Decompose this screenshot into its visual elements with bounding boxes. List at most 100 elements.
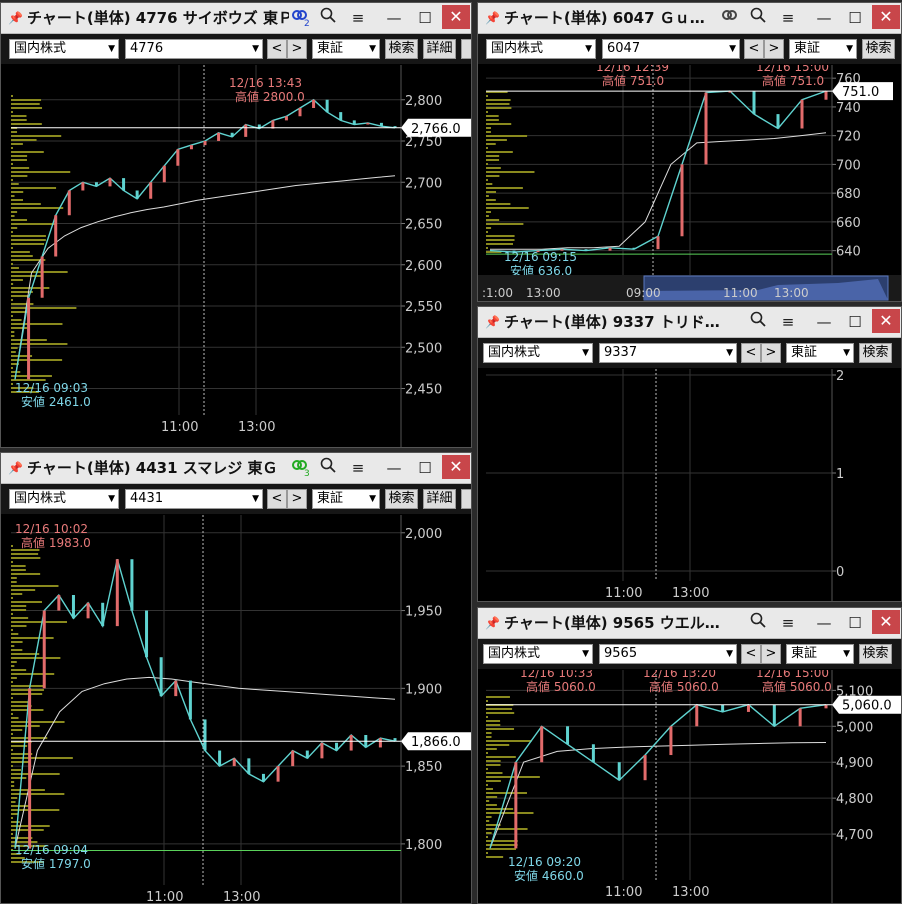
search-button[interactable]: 検索 bbox=[859, 343, 892, 363]
exchange-select[interactable]: 東証 ▼ bbox=[312, 489, 380, 509]
high-price-annotation: 高値 5060.0 bbox=[526, 679, 596, 694]
search-button[interactable]: 検索 bbox=[385, 39, 418, 59]
maximize-icon[interactable]: ☐ bbox=[843, 310, 867, 334]
volume-profile-bar bbox=[11, 785, 15, 787]
detail-button[interactable]: 詳細 bbox=[423, 489, 456, 509]
code-input[interactable]: 4776 ▼ bbox=[125, 39, 263, 59]
chart-canvas[interactable]: 2 1 0 11:00 13:00 bbox=[478, 369, 901, 601]
search-icon[interactable] bbox=[746, 611, 770, 635]
code-input[interactable]: 9337 ▼ bbox=[599, 343, 737, 363]
volume-profile-bar bbox=[11, 757, 73, 759]
next-button[interactable]: > bbox=[761, 343, 781, 363]
exchange-select[interactable]: 東証 ▼ bbox=[312, 39, 380, 59]
next-button[interactable]: > bbox=[764, 39, 784, 59]
pin-icon[interactable]: 📌 bbox=[485, 616, 500, 630]
link-icon[interactable] bbox=[718, 6, 742, 30]
extra-button[interactable] bbox=[461, 489, 471, 509]
link-icon[interactable]: 2 bbox=[288, 6, 312, 30]
next-button[interactable]: > bbox=[287, 489, 307, 509]
title-bar[interactable]: 📌 チャート(単体) 4776 サイボウズ 東Ｐ 2 ≡ — ☐ ✕ bbox=[1, 3, 471, 34]
price-chart[interactable]: 76074072070068066064011:0013:00751.012/1… bbox=[478, 65, 901, 301]
code-input[interactable]: 4431 ▼ bbox=[125, 489, 263, 509]
menu-icon[interactable]: ≡ bbox=[776, 6, 800, 30]
market-select[interactable]: 国内株式 ▼ bbox=[486, 39, 596, 59]
extra-button[interactable] bbox=[461, 39, 471, 59]
next-button[interactable]: > bbox=[287, 39, 307, 59]
close-icon[interactable]: ✕ bbox=[442, 455, 470, 479]
volume-profile-bar bbox=[11, 279, 23, 281]
pin-icon[interactable]: 📌 bbox=[8, 11, 23, 25]
minimize-icon[interactable]: — bbox=[812, 310, 836, 334]
chart-canvas[interactable]: 2,000 1,950 1,900 1,850 1,800 11:00 13:00 1,866… bbox=[1, 515, 471, 903]
close-icon[interactable]: ✕ bbox=[872, 5, 900, 29]
high-price-annotation: 12/16 15:00 bbox=[756, 65, 829, 74]
volume-profile-bar bbox=[11, 103, 40, 105]
title-bar[interactable]: 📌 チャート(単体) 9337 トリド… ≡ — ☐ ✕ bbox=[478, 307, 901, 338]
link-icon[interactable]: 3 bbox=[288, 456, 312, 480]
maximize-icon[interactable]: ☐ bbox=[413, 6, 437, 30]
volume-profile-bar bbox=[486, 764, 501, 766]
volume-profile-bar bbox=[11, 211, 18, 213]
volume-profile-bar bbox=[486, 235, 515, 237]
chart-canvas[interactable]: 5,1005,0004,9004,8004,70011:00 13:005,060… bbox=[478, 670, 901, 903]
price-chart[interactable]: 2,000 1,950 1,900 1,850 1,800 11:00 13:00 1,866… bbox=[1, 515, 471, 903]
volume-profile-bar bbox=[11, 661, 17, 663]
menu-icon[interactable]: ≡ bbox=[776, 611, 800, 635]
search-icon[interactable] bbox=[316, 456, 340, 480]
prev-button[interactable]: < bbox=[741, 644, 761, 664]
search-icon[interactable] bbox=[316, 6, 340, 30]
prev-button[interactable]: < bbox=[267, 39, 287, 59]
exchange-select[interactable]: 東証 ▼ bbox=[789, 39, 857, 59]
search-icon[interactable] bbox=[746, 310, 770, 334]
market-select[interactable]: 国内株式 ▼ bbox=[483, 343, 593, 363]
pin-icon[interactable]: 📌 bbox=[485, 11, 500, 25]
search-button[interactable]: 検索 bbox=[859, 644, 892, 664]
minimize-icon[interactable]: — bbox=[382, 456, 406, 480]
minimize-icon[interactable]: — bbox=[812, 611, 836, 635]
title-bar[interactable]: 📌 チャート(単体) 4431 スマレジ 東Ｇ 3 ≡ — ☐ ✕ bbox=[1, 453, 471, 484]
minimize-icon[interactable]: — bbox=[812, 6, 836, 30]
pin-icon[interactable]: 📌 bbox=[485, 315, 500, 329]
search-icon[interactable] bbox=[746, 6, 770, 30]
price-chart[interactable]: 2 1 0 11:00 13:00 bbox=[478, 369, 901, 601]
prev-button[interactable]: < bbox=[741, 343, 761, 363]
volume-profile-bar bbox=[486, 856, 504, 858]
maximize-icon[interactable]: ☐ bbox=[843, 6, 867, 30]
chart-canvas[interactable]: 76074072070068066064011:0013:00751.012/1… bbox=[478, 65, 901, 301]
volume-profile-bar bbox=[11, 199, 23, 201]
close-icon[interactable]: ✕ bbox=[872, 610, 900, 634]
pin-icon[interactable]: 📌 bbox=[8, 461, 23, 475]
price-chart[interactable]: 5,100 5,000 4,900 4,800 4,700 11:00 13:00 5,060… bbox=[478, 670, 901, 903]
next-button[interactable]: > bbox=[761, 644, 781, 664]
exchange-select[interactable]: 東証 ▼ bbox=[786, 343, 854, 363]
minimize-icon[interactable]: — bbox=[382, 6, 406, 30]
market-select[interactable]: 国内株式 ▼ bbox=[9, 39, 119, 59]
menu-icon[interactable]: ≡ bbox=[776, 310, 800, 334]
maximize-icon[interactable]: ☐ bbox=[413, 456, 437, 480]
close-icon[interactable]: ✕ bbox=[442, 5, 470, 29]
code-input[interactable]: 6047 ▼ bbox=[602, 39, 740, 59]
menu-icon[interactable]: ≡ bbox=[346, 6, 370, 30]
market-select[interactable]: 国内株式 ▼ bbox=[483, 644, 593, 664]
volume-profile-bar bbox=[11, 597, 13, 599]
title-bar[interactable]: 📌 チャート(単体) 6047 Ｇｕ… ≡ — ☐ ✕ bbox=[478, 3, 901, 34]
y-tick-label: 0 bbox=[836, 565, 844, 580]
market-select[interactable]: 国内株式 ▼ bbox=[9, 489, 119, 509]
chart-canvas[interactable]: 2,800 2,750 2,700 2,650 2,600 2,550 2,500 2,450… bbox=[1, 65, 471, 448]
prev-button[interactable]: < bbox=[267, 489, 287, 509]
close-icon[interactable]: ✕ bbox=[872, 309, 900, 333]
search-button[interactable]: 検索 bbox=[862, 39, 895, 59]
y-tick-label: 2,700 bbox=[405, 176, 442, 191]
title-bar[interactable]: 📌 チャート(単体) 9565 ウエル… ≡ — ☐ ✕ bbox=[478, 608, 901, 639]
prev-button[interactable]: < bbox=[744, 39, 764, 59]
price-chart[interactable]: 2,800 2,750 2,700 2,650 2,600 2,550 2,500 2,450… bbox=[1, 65, 471, 447]
y-tick-label: 640 bbox=[836, 245, 861, 260]
maximize-icon[interactable]: ☐ bbox=[843, 611, 867, 635]
code-input[interactable]: 9565 ▼ bbox=[599, 644, 737, 664]
search-button[interactable]: 検索 bbox=[385, 489, 418, 509]
detail-button[interactable]: 詳細 bbox=[423, 39, 456, 59]
menu-icon[interactable]: ≡ bbox=[346, 456, 370, 480]
volume-profile-bar bbox=[486, 103, 510, 105]
candle bbox=[746, 704, 750, 712]
exchange-select[interactable]: 東証 ▼ bbox=[786, 644, 854, 664]
